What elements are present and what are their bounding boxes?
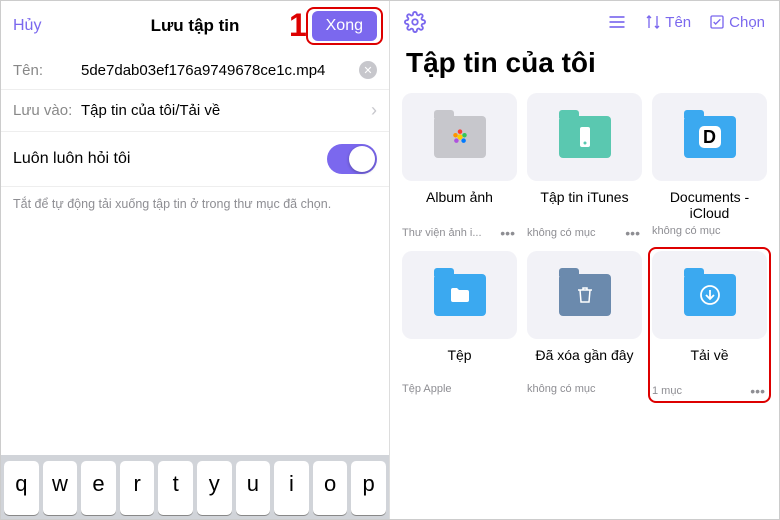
- key-i[interactable]: i: [274, 461, 309, 515]
- folder-icon: [527, 93, 642, 181]
- key-t[interactable]: t: [158, 461, 193, 515]
- tile-itunes[interactable]: Tập tin iTunes không có mục •••: [527, 93, 642, 241]
- tile-label: Tệp: [402, 347, 517, 381]
- folder-icon: [402, 251, 517, 339]
- done-wrap: Xong: [312, 11, 377, 41]
- key-r[interactable]: r: [120, 461, 155, 515]
- check-icon: [709, 14, 725, 30]
- tile-sub: không có mục: [652, 225, 720, 237]
- filename-input[interactable]: 5de7dab03ef176a9749678ce1c.mp4: [81, 62, 355, 79]
- nav-title: Lưu tập tin: [151, 16, 240, 36]
- key-u[interactable]: u: [236, 461, 271, 515]
- gear-icon[interactable]: [404, 11, 426, 33]
- clear-icon[interactable]: ✕: [359, 61, 377, 79]
- key-y[interactable]: y: [197, 461, 232, 515]
- tile-label: Đã xóa gần đây: [527, 347, 642, 381]
- key-w[interactable]: w: [43, 461, 78, 515]
- chevron-right-icon: ›: [371, 100, 377, 121]
- tile-label: Documents - iCloud: [652, 189, 767, 223]
- tile-files[interactable]: Tệp Tệp Apple: [402, 251, 517, 399]
- more-icon[interactable]: •••: [748, 383, 767, 399]
- sort-button[interactable]: Tên: [645, 14, 691, 31]
- select-label: Chọn: [729, 14, 765, 31]
- tile-downloads[interactable]: Tải về 1 mục •••: [652, 251, 767, 399]
- tile-recently-deleted[interactable]: Đã xóa gần đây không có mục: [527, 251, 642, 399]
- folder-grid: Album ảnh Thư viện ảnh i... ••• Tập tin i…: [390, 93, 779, 399]
- nav-bar: Hủy Lưu tập tin Xong: [1, 1, 389, 51]
- cancel-button[interactable]: Hủy: [13, 17, 41, 35]
- saveto-row[interactable]: Lưu vào: Tập tin của tôi/Tải về ›: [1, 90, 389, 132]
- more-icon[interactable]: •••: [623, 225, 642, 241]
- hint-text: Tắt để tự động tải xuống tập tin ở trong…: [1, 187, 389, 221]
- tile-documents-icloud[interactable]: D Documents - iCloud không có mục: [652, 93, 767, 241]
- tile-sub: Tệp Apple: [402, 383, 452, 395]
- tile-label: Tập tin iTunes: [527, 189, 642, 223]
- tile-sub: Thư viện ảnh i...: [402, 227, 482, 239]
- tile-sub: 1 mục: [652, 385, 682, 397]
- key-o[interactable]: o: [313, 461, 348, 515]
- tile-label: Album ảnh: [402, 189, 517, 223]
- save-file-pane: 1 Hủy Lưu tập tin Xong Tên: 5de7dab03ef1…: [1, 1, 390, 519]
- keyboard-row: q w e r t y u i o p: [1, 455, 389, 519]
- folder-icon: D: [652, 93, 767, 181]
- saveto-label: Lưu vào:: [13, 102, 81, 119]
- view-grid-icon[interactable]: [607, 12, 627, 32]
- page-title: Tập tin của tôi: [390, 43, 779, 93]
- folder-icon: [527, 251, 642, 339]
- tile-sub: không có mục: [527, 227, 595, 239]
- annotation-1: 1: [289, 7, 307, 44]
- key-e[interactable]: e: [81, 461, 116, 515]
- folder-icon: [402, 93, 517, 181]
- tile-album[interactable]: Album ảnh Thư viện ảnh i... •••: [402, 93, 517, 241]
- files-pane: 2 Tên Chọn Tập tin của tôi Album ảnh: [390, 1, 779, 519]
- tile-label: Tải về: [652, 347, 767, 381]
- key-q[interactable]: q: [4, 461, 39, 515]
- always-ask-toggle[interactable]: [327, 144, 377, 174]
- filename-label: Tên:: [13, 62, 81, 79]
- select-button[interactable]: Chọn: [709, 14, 765, 31]
- sort-label: Tên: [665, 14, 691, 31]
- filename-row: Tên: 5de7dab03ef176a9749678ce1c.mp4 ✕: [1, 51, 389, 90]
- done-button[interactable]: Xong: [312, 11, 377, 41]
- sort-icon: [645, 14, 661, 30]
- folder-icon: [652, 251, 767, 339]
- saveto-value: Tập tin của tôi/Tải về: [81, 102, 371, 119]
- key-p[interactable]: p: [351, 461, 386, 515]
- toolbar: Tên Chọn: [390, 1, 779, 43]
- more-icon[interactable]: •••: [498, 225, 517, 241]
- always-ask-row: Luôn luôn hỏi tôi: [1, 132, 389, 187]
- tile-sub: không có mục: [527, 383, 595, 395]
- always-ask-label: Luôn luôn hỏi tôi: [13, 150, 130, 168]
